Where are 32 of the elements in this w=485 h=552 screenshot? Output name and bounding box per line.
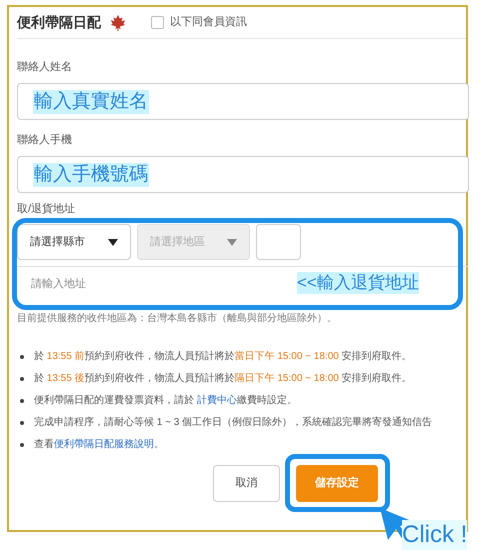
caret-icon bbox=[108, 238, 118, 246]
bullet-icon bbox=[20, 377, 24, 381]
postal-code-field[interactable] bbox=[256, 224, 301, 260]
field-label: 聯絡人姓名 bbox=[17, 60, 73, 75]
bullet-icon bbox=[20, 421, 24, 425]
select-dropdown[interactable]: 請選擇縣市 bbox=[17, 224, 131, 260]
address-field[interactable]: 請輸入地址 bbox=[31, 276, 281, 293]
text-link[interactable]: 計費中心 bbox=[196, 395, 237, 406]
note-text: 於 13:55 前預約到府收件，物流人員預計將於當日下午 15:00 ~ 18:00 安排到府取件。 bbox=[34, 350, 412, 364]
note-text: 便利帶隔日配的運費發票資料，請於 計費中心繳費時設定。 bbox=[34, 394, 297, 408]
input-field[interactable]: 輸入手機號碼 bbox=[17, 156, 469, 193]
annotation-text: Click ! bbox=[402, 520, 468, 550]
note-text: 於 13:55 後預約到府收件，物流人員預計將於隔日下午 15:00 ~ 18:00 安排到府取件。 bbox=[34, 372, 412, 386]
note-text: 查看便利帶隔日配服務說明。 bbox=[34, 438, 164, 452]
maple-leaf-icon bbox=[109, 14, 127, 32]
checkbox[interactable] bbox=[151, 16, 164, 29]
caret-icon bbox=[227, 238, 237, 246]
bullet-icon bbox=[20, 399, 24, 403]
input-field[interactable]: 輸入真實姓名 bbox=[17, 83, 469, 120]
checkbox-label: 以下同會員資訊 bbox=[170, 15, 247, 30]
annotation-text: <<輸入退貨地址 bbox=[297, 272, 419, 294]
bullet-icon bbox=[20, 443, 24, 447]
field-label: 聯絡人手機 bbox=[17, 133, 73, 148]
note-text: 完成申請程序，請耐心等候 1 ~ 3 個工作日（例假日除外），系統確認完畢將寄發通知信告 bbox=[34, 416, 432, 430]
field-label: 取/退貨地址 bbox=[17, 202, 76, 217]
bullet-icon bbox=[20, 355, 24, 359]
cancel-button[interactable]: 取消 bbox=[213, 465, 280, 502]
service-note: 目前提供服務的收件地區為：台灣本島各縣市（離島與部分地區除外）。 bbox=[17, 312, 338, 326]
text-link[interactable]: 便利帶隔日配服務說明 bbox=[54, 439, 154, 450]
section-title: 便利帶隔日配 bbox=[17, 13, 101, 32]
annotation-text: 輸入真實姓名 bbox=[33, 90, 149, 114]
annotation-text: 輸入手機號碼 bbox=[33, 162, 149, 186]
